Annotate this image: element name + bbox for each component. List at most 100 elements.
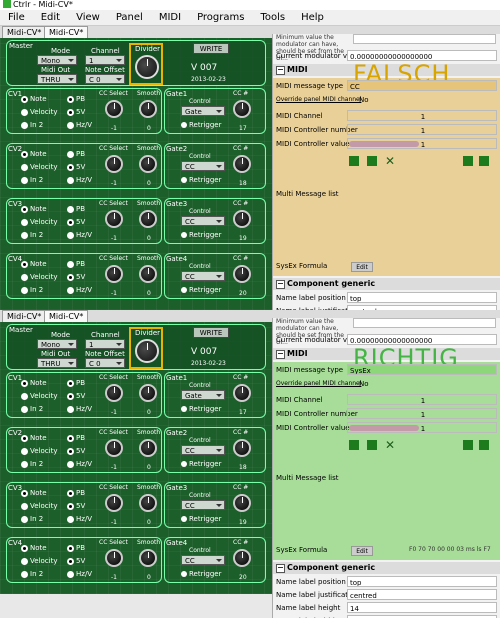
import-icon[interactable] xyxy=(367,156,377,166)
note-radio[interactable] xyxy=(21,380,28,387)
in2-radio[interactable] xyxy=(21,177,28,184)
5v-radio[interactable] xyxy=(67,448,74,455)
delete-icon[interactable]: ✕ xyxy=(385,439,395,451)
5v-radio[interactable] xyxy=(67,164,74,171)
hzv-radio[interactable] xyxy=(67,571,74,578)
midi-out-dropdown[interactable]: THRU xyxy=(37,358,77,368)
hzv-radio[interactable] xyxy=(67,287,74,294)
paste-icon[interactable] xyxy=(479,440,489,450)
smooth-knob[interactable] xyxy=(139,439,157,457)
gate-mode-dropdown[interactable]: Gate xyxy=(181,390,225,400)
note-radio[interactable] xyxy=(21,490,28,497)
cc-select-knob[interactable] xyxy=(105,155,123,173)
retrigger-toggle[interactable]: Retrigger xyxy=(181,286,222,294)
midi-channel-field[interactable]: 1 xyxy=(347,394,497,405)
pb-radio[interactable] xyxy=(67,545,74,552)
tab-midi-cv-2[interactable]: Midi-CV* xyxy=(44,26,89,38)
5v-radio[interactable] xyxy=(67,503,74,510)
menu-file[interactable]: File xyxy=(0,10,33,26)
hzv-radio[interactable] xyxy=(67,406,74,413)
write-button[interactable]: WRITE xyxy=(193,43,229,54)
add-icon[interactable] xyxy=(349,156,359,166)
pb-radio[interactable] xyxy=(67,490,74,497)
hzv-radio[interactable] xyxy=(67,122,74,129)
write-button[interactable]: WRITE xyxy=(193,327,229,338)
gate-mode-dropdown[interactable]: CC xyxy=(181,271,225,281)
cc-number-knob[interactable] xyxy=(233,210,251,228)
in2-radio[interactable] xyxy=(21,516,28,523)
5v-radio[interactable] xyxy=(67,558,74,565)
gate-mode-dropdown[interactable]: CC xyxy=(181,445,225,455)
channel-dropdown[interactable]: 1 xyxy=(85,339,125,349)
pb-radio[interactable] xyxy=(67,96,74,103)
mode-dropdown[interactable]: Mono xyxy=(37,55,77,65)
smooth-knob[interactable] xyxy=(139,265,157,283)
midi-out-dropdown[interactable]: THRU xyxy=(37,74,77,84)
gate-mode-dropdown[interactable]: CC xyxy=(181,216,225,226)
cc-number-knob[interactable] xyxy=(233,549,251,567)
controller-value-slider[interactable] xyxy=(349,425,419,431)
5v-radio[interactable] xyxy=(67,219,74,226)
cc-number-knob[interactable] xyxy=(233,155,251,173)
delete-icon[interactable]: ✕ xyxy=(385,155,395,167)
in2-radio[interactable] xyxy=(21,287,28,294)
sysex-edit-button[interactable]: Edit xyxy=(351,262,373,272)
retrigger-toggle[interactable]: Retrigger xyxy=(181,405,222,413)
name-label-position-dropdown[interactable]: top xyxy=(347,576,497,587)
tab-midi-cv-1[interactable]: Midi-CV* xyxy=(2,26,47,38)
in2-radio[interactable] xyxy=(21,461,28,468)
override-toggle[interactable]: No xyxy=(347,378,497,389)
override-toggle[interactable]: No xyxy=(347,94,497,105)
gate-mode-dropdown[interactable]: CC xyxy=(181,500,225,510)
midi-channel-field[interactable]: 1 xyxy=(347,110,497,121)
note-radio[interactable] xyxy=(21,545,28,552)
note-offset-dropdown[interactable]: C 0 xyxy=(85,74,125,84)
pb-radio[interactable] xyxy=(67,380,74,387)
copy-icon[interactable] xyxy=(463,156,473,166)
pb-radio[interactable] xyxy=(67,151,74,158)
smooth-knob[interactable] xyxy=(139,549,157,567)
cc-number-knob[interactable] xyxy=(233,494,251,512)
hzv-radio[interactable] xyxy=(67,461,74,468)
name-label-justification-dropdown[interactable]: centred xyxy=(347,589,497,600)
cc-select-knob[interactable] xyxy=(105,265,123,283)
min-value-field[interactable] xyxy=(353,34,496,44)
cc-select-knob[interactable] xyxy=(105,439,123,457)
menu-programs[interactable]: Programs xyxy=(189,10,252,26)
cc-select-knob[interactable] xyxy=(105,210,123,228)
tab-midi-cv-2[interactable]: Midi-CV* xyxy=(44,310,89,322)
hzv-radio[interactable] xyxy=(67,177,74,184)
smooth-knob[interactable] xyxy=(139,494,157,512)
cc-select-knob[interactable] xyxy=(105,494,123,512)
velocity-radio[interactable] xyxy=(21,109,28,116)
cc-number-knob[interactable] xyxy=(233,100,251,118)
in2-radio[interactable] xyxy=(21,571,28,578)
hzv-radio[interactable] xyxy=(67,232,74,239)
cc-number-knob[interactable] xyxy=(233,439,251,457)
hzv-radio[interactable] xyxy=(67,516,74,523)
gate-mode-dropdown[interactable]: Gate xyxy=(181,106,225,116)
gate-mode-dropdown[interactable]: CC xyxy=(181,161,225,171)
tab-midi-cv-1[interactable]: Midi-CV* xyxy=(2,310,47,322)
velocity-radio[interactable] xyxy=(21,393,28,400)
gate-mode-dropdown[interactable]: CC xyxy=(181,555,225,565)
smooth-knob[interactable] xyxy=(139,100,157,118)
copy-icon[interactable] xyxy=(463,440,473,450)
note-radio[interactable] xyxy=(21,261,28,268)
controller-value-slider[interactable] xyxy=(349,141,419,147)
note-offset-dropdown[interactable]: C 0 xyxy=(85,358,125,368)
menu-panel[interactable]: Panel xyxy=(108,10,151,26)
retrigger-toggle[interactable]: Retrigger xyxy=(181,570,222,578)
midi-message-type-dropdown[interactable]: SysEx xyxy=(347,364,497,375)
retrigger-toggle[interactable]: Retrigger xyxy=(181,176,222,184)
velocity-radio[interactable] xyxy=(21,274,28,281)
component-generic-header[interactable]: Component generic xyxy=(273,562,500,574)
in2-radio[interactable] xyxy=(21,406,28,413)
cc-number-knob[interactable] xyxy=(233,265,251,283)
menu-help[interactable]: Help xyxy=(293,10,332,26)
cc-select-knob[interactable] xyxy=(105,549,123,567)
sysex-formula-field[interactable]: F0 70 70 00 00 03 ms ls F7 xyxy=(409,546,491,553)
name-label-position-dropdown[interactable]: top xyxy=(347,292,497,303)
midi-controller-number-field[interactable]: 1 xyxy=(347,124,497,135)
mode-dropdown[interactable]: Mono xyxy=(37,339,77,349)
